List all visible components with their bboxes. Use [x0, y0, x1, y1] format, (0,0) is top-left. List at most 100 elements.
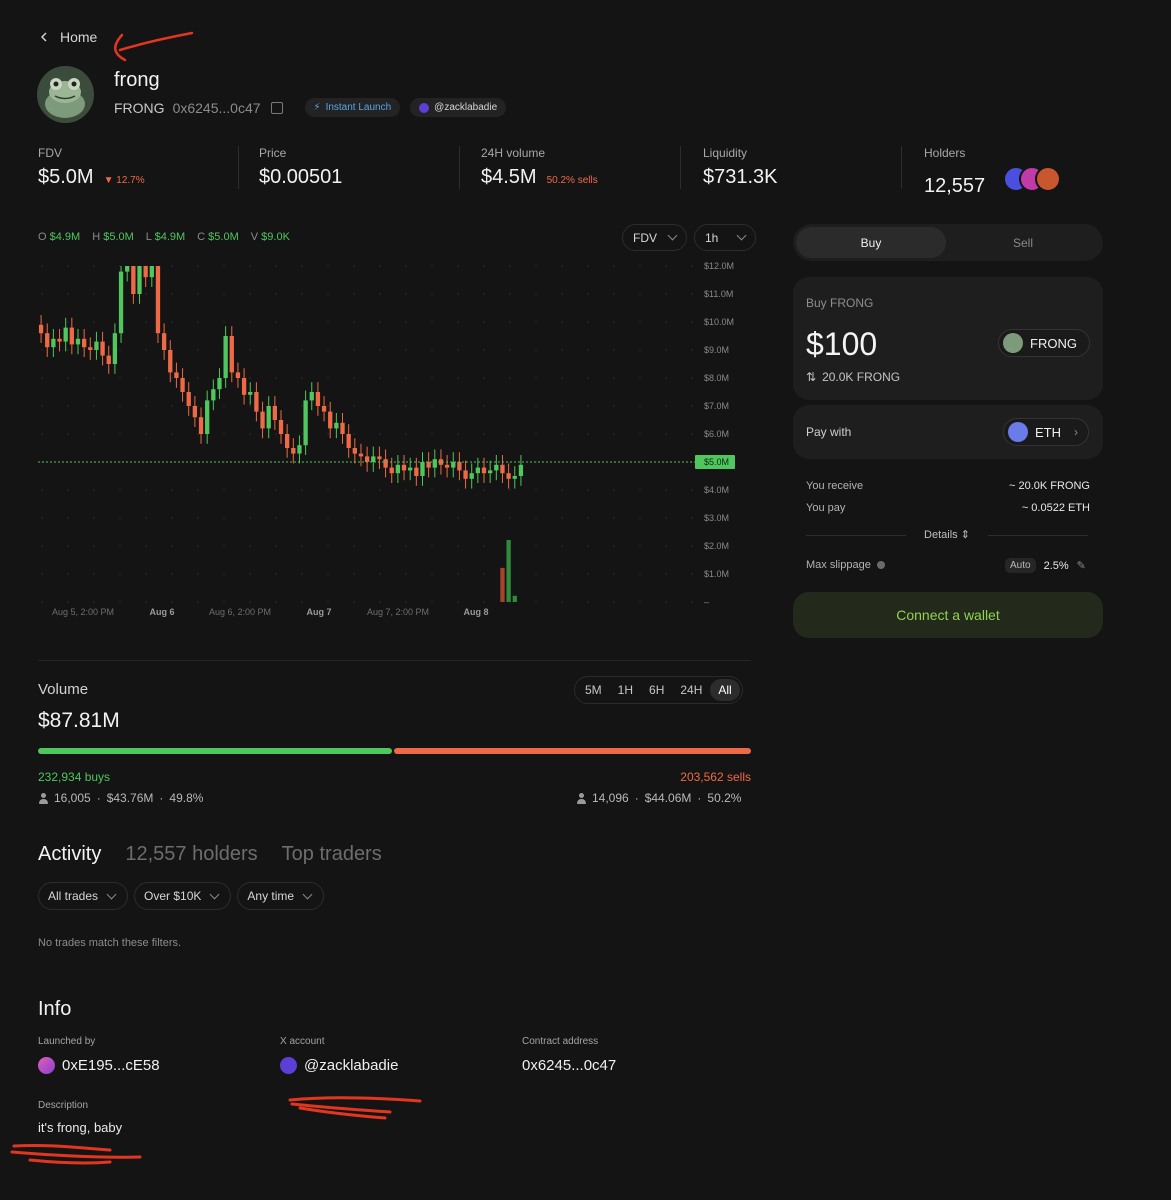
candle — [241, 378, 247, 395]
creator-badge[interactable]: @zacklabadie — [410, 98, 507, 117]
slippage-setting[interactable]: Auto 2.5% ✎ — [1005, 558, 1086, 573]
contract-address[interactable]: 0x6245...0c47 — [522, 1057, 616, 1074]
candle — [328, 411, 333, 429]
filter-trade-type[interactable]: All trades — [38, 882, 129, 910]
stat-volume24h-note: 50.2% sells — [546, 175, 598, 186]
candle — [309, 392, 314, 401]
candle — [131, 266, 136, 294]
ohlc-low: $4.9M — [154, 231, 186, 243]
copy-icon[interactable] — [270, 101, 283, 114]
y-axis-tick: $6.0M — [704, 429, 729, 439]
chevron-right-icon: › — [1074, 425, 1078, 439]
candle — [463, 470, 468, 479]
eth-icon — [1008, 422, 1028, 442]
candle — [389, 467, 394, 474]
contract-label: Contract address — [522, 1036, 599, 1047]
receive-estimate[interactable]: ⇅ 20.0K FRONG — [806, 370, 900, 384]
candle — [284, 434, 290, 448]
candle — [371, 456, 376, 462]
metric-dropdown[interactable]: FDV — [622, 224, 687, 251]
token-ticker: FRONG — [114, 99, 165, 116]
timeframe-1h[interactable]: 1H — [610, 679, 641, 701]
candle — [69, 327, 74, 345]
candle — [100, 341, 105, 356]
you-pay-label: You pay — [806, 502, 846, 514]
chevron-down-icon — [667, 230, 678, 241]
stat-fdv: FDV $5.0M ▼ 12.7% — [38, 146, 145, 189]
candle — [451, 462, 456, 468]
tab-buy[interactable]: Buy — [796, 227, 946, 258]
info-icon[interactable] — [876, 561, 885, 569]
candle — [414, 467, 419, 476]
token-select[interactable]: FRONG — [998, 329, 1090, 357]
sell-pct: 50.2% — [707, 791, 742, 805]
ohlc-close: $5.0M — [208, 231, 239, 243]
candle — [38, 324, 44, 334]
candle — [254, 392, 259, 412]
ohlc-readout: O $4.9M H $5.0M L $4.9M C $5.0M V $9.0K — [38, 231, 290, 243]
filter-min-size[interactable]: Over $10K — [134, 882, 232, 910]
stat-holders: Holders 12,557 — [924, 146, 1062, 198]
candle — [248, 392, 253, 395]
details-toggle[interactable]: Details ⇕ — [906, 528, 988, 541]
frog-avatar-image — [37, 66, 94, 123]
tab-sell[interactable]: Sell — [948, 227, 1098, 258]
token-select-label: FRONG — [1030, 335, 1077, 351]
candle — [297, 445, 302, 454]
back-link[interactable]: Home — [38, 29, 97, 45]
candle — [260, 411, 265, 429]
divider — [459, 146, 460, 189]
candle — [149, 266, 154, 278]
buy-sell-toggle: Buy Sell — [793, 224, 1103, 261]
candle — [303, 400, 308, 446]
timeframe-6h[interactable]: 6H — [641, 679, 672, 701]
stat-volume24h-value: $4.5M — [481, 166, 537, 188]
candle — [51, 338, 56, 348]
price-chart[interactable]: $12.0M $11.0M $10.0M $9.0M $8.0M $7.0M $6.0M $5… — [38, 258, 751, 623]
token-name: frong — [114, 69, 160, 91]
candle — [500, 464, 505, 474]
x-axis-tick: Aug 7 — [306, 607, 331, 617]
candle — [315, 392, 321, 406]
connect-wallet-button[interactable]: Connect a wallet — [793, 592, 1103, 638]
filter-time[interactable]: Any time — [237, 882, 325, 910]
tab-activity[interactable]: Activity — [38, 843, 101, 866]
ohlc-open: $4.9M — [49, 231, 81, 243]
divider — [38, 660, 751, 661]
stat-liquidity-label: Liquidity — [703, 146, 748, 160]
candle — [352, 448, 357, 454]
tab-holders[interactable]: 12,557 holders — [125, 843, 257, 866]
candle — [118, 271, 124, 334]
candle — [518, 464, 524, 476]
pay-token-select[interactable]: ETH › — [1003, 418, 1089, 446]
interval-dropdown-value: 1h — [705, 230, 719, 245]
timeframe-all[interactable]: All — [710, 679, 740, 701]
y-axis-tick: $1.0M — [704, 569, 729, 579]
stat-holders-value: 12,557 — [924, 175, 986, 197]
back-label: Home — [60, 29, 98, 45]
launched-by[interactable]: 0xE195...cE58 — [38, 1057, 160, 1074]
x-account[interactable]: @zacklabadie — [280, 1057, 398, 1074]
ohlc-v-label: V — [250, 231, 259, 243]
buy-amount-card: Buy FRONG $100 FRONG ⇅ 20.0K FRONG — [793, 277, 1103, 400]
buy-amount-input[interactable]: $100 — [806, 326, 877, 363]
candle — [334, 422, 339, 429]
slippage-row-label: Max slippage — [806, 559, 885, 571]
timeframe-24h[interactable]: 24H — [672, 679, 710, 701]
y-axis-tick: – — [704, 597, 709, 607]
stat-price: Price $0.00501 — [259, 146, 342, 189]
candle — [223, 336, 228, 378]
x-axis-tick: Aug 6, 2:00 PM — [209, 607, 271, 617]
ohlc-c-label: C — [197, 231, 206, 243]
x-account-label: X account — [280, 1036, 325, 1047]
tab-top-traders[interactable]: Top traders — [282, 843, 382, 866]
divider — [806, 535, 906, 536]
candle — [174, 372, 179, 378]
y-axis-tick: $10.0M — [704, 317, 734, 327]
timeframe-5m[interactable]: 5M — [577, 679, 610, 701]
token-subrow: FRONG 0x6245...0c47 ⚡ Instant Launch @za… — [114, 98, 507, 117]
metric-dropdown-value: FDV — [633, 230, 657, 245]
interval-dropdown[interactable]: 1h — [694, 224, 757, 251]
y-axis-tick: $12.0M — [704, 261, 734, 271]
launched-by-label: Launched by — [38, 1036, 96, 1047]
